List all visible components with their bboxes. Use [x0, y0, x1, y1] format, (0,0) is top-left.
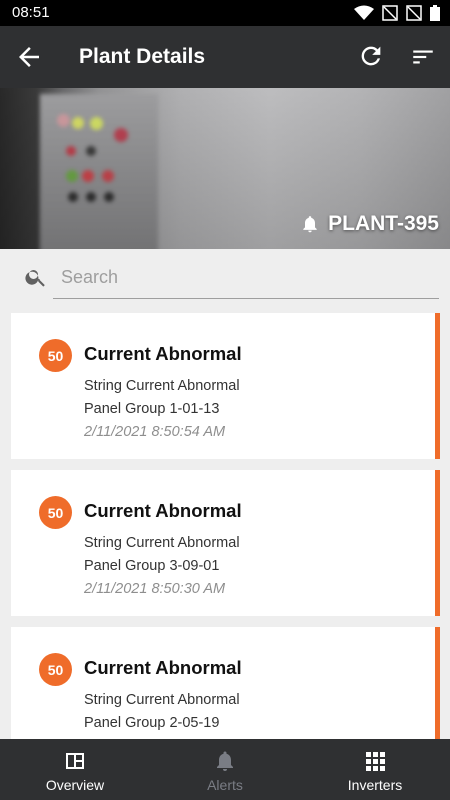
search-bar: [0, 249, 450, 309]
nav-label: Alerts: [207, 777, 243, 793]
battery-icon: [430, 5, 440, 21]
back-arrow-icon[interactable]: [14, 42, 44, 72]
alert-title: Current Abnormal: [84, 343, 242, 364]
overview-icon: [66, 753, 84, 769]
alert-location: Panel Group 2-05-19: [84, 715, 220, 731]
alert-title: Current Abnormal: [84, 500, 242, 521]
alert-location: Panel Group 3-09-01: [84, 558, 220, 574]
alert-location: Panel Group 1-01-13: [84, 401, 220, 417]
page-title: Plant Details: [79, 45, 206, 68]
alert-type: String Current Abnormal: [84, 378, 240, 394]
nav-label: Overview: [45, 777, 105, 793]
alert-timestamp: 2/11/2021 8:50:30 AM: [84, 581, 226, 597]
grid-icon: [366, 752, 385, 771]
search-input[interactable]: [53, 257, 439, 299]
nav-overview[interactable]: Overview: [0, 739, 150, 800]
status-time: 08:51: [12, 4, 50, 21]
alert-type: String Current Abnormal: [84, 535, 240, 551]
alert-card[interactable]: 50 Current Abnormal String Current Abnor…: [11, 627, 440, 739]
plant-hero-image: PLANT-395: [0, 88, 450, 249]
status-icons: [354, 4, 440, 22]
nav-alerts[interactable]: Alerts: [150, 739, 300, 800]
alert-card[interactable]: 50 Current Abnormal String Current Abnor…: [11, 470, 440, 616]
severity-badge: 50: [39, 339, 72, 372]
bell-icon: [217, 751, 233, 771]
refresh-icon[interactable]: [357, 42, 385, 70]
app-bar: Plant Details: [0, 26, 450, 88]
plant-name: PLANT-395: [328, 212, 439, 235]
alert-type: String Current Abnormal: [84, 692, 240, 708]
sort-icon[interactable]: [410, 44, 436, 70]
alert-title: Current Abnormal: [84, 657, 242, 678]
severity-badge: 50: [39, 496, 72, 529]
no-sim-icon: [406, 5, 422, 21]
nav-inverters[interactable]: Inverters: [300, 739, 450, 800]
search-icon: [25, 270, 45, 287]
alert-timestamp: 2/11/2021 8:50:54 AM: [84, 424, 226, 440]
bell-icon: [303, 216, 317, 233]
bottom-nav: Overview Alerts Inverters: [0, 739, 450, 800]
alert-card[interactable]: 50 Current Abnormal String Current Abnor…: [11, 313, 440, 459]
wifi-icon: [354, 5, 374, 20]
status-bar: 08:51: [0, 0, 450, 26]
severity-badge: 50: [39, 653, 72, 686]
alert-list: 50 Current Abnormal String Current Abnor…: [0, 309, 450, 739]
no-signal-icon: [382, 5, 398, 21]
plant-label: PLANT-395: [300, 212, 439, 236]
nav-label: Inverters: [347, 777, 403, 793]
